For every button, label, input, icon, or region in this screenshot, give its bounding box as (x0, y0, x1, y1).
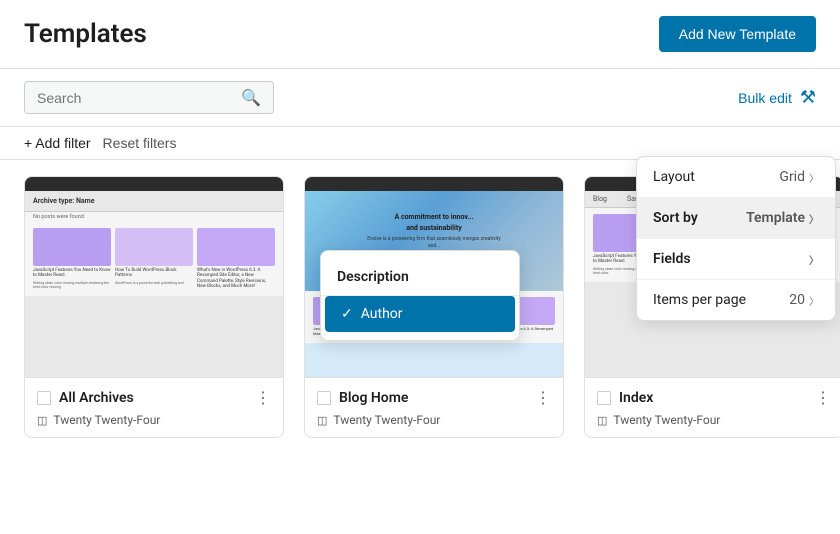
card-name: Blog Home (339, 390, 408, 406)
reset-filters-button[interactable]: Reset filters (103, 135, 177, 151)
card-name-row: All Archives ⋮ (37, 388, 271, 407)
chevron-right-icon: 〉 (809, 293, 819, 308)
card-checkbox-name: Index (597, 390, 653, 406)
sort-value-row: Template 〉 (746, 210, 819, 226)
card-preview: Archive type: Name No posts were found. … (25, 177, 283, 377)
add-filter-button[interactable]: + Add filter (24, 135, 91, 151)
fields-option[interactable]: Fields 〉 (637, 239, 835, 280)
search-icon: 🔍 (241, 88, 261, 107)
items-per-page-value-row: 20 〉 (789, 292, 819, 308)
card-bottom: All Archives ⋮ ◫ Twenty Twenty-Four (25, 377, 283, 437)
theme-icon: ◫ (317, 414, 327, 427)
chevron-right-icon: 〉 (809, 211, 819, 226)
card-menu-icon[interactable]: ⋮ (535, 388, 551, 407)
card-name-row: Blog Home ⋮ (317, 388, 551, 407)
fields-label: Fields (653, 251, 691, 267)
card-checkbox[interactable] (37, 391, 51, 405)
search-box[interactable]: 🔍 (24, 81, 274, 114)
search-input[interactable] (37, 90, 241, 106)
card-bottom: Blog Home ⋮ ◫ Twenty Twenty-Four (305, 377, 563, 437)
check-icon: ✓ (341, 306, 353, 322)
page-header: Templates Add New Template (0, 0, 840, 69)
author-label: Author (361, 306, 403, 322)
card-theme: Twenty Twenty-Four (333, 413, 440, 427)
card-theme-row: ◫ Twenty Twenty-Four (597, 413, 831, 427)
add-new-template-button[interactable]: Add New Template (659, 16, 816, 52)
card-name: All Archives (59, 390, 134, 406)
card-checkbox-name: Blog Home (317, 390, 408, 406)
layout-label: Layout (653, 169, 695, 185)
layout-option[interactable]: Layout Grid 〉 (637, 157, 835, 198)
items-per-page-label: Items per page (653, 292, 746, 308)
card-name-row: Index ⋮ (597, 388, 831, 407)
card-checkbox[interactable] (317, 391, 331, 405)
filters-icon[interactable]: ⚒ (800, 87, 816, 108)
card-theme: Twenty Twenty-Four (613, 413, 720, 427)
sort-by-option[interactable]: Sort by Template 〉 (637, 198, 835, 239)
page-title: Templates (24, 19, 147, 49)
author-field-item[interactable]: ✓ Author (325, 296, 515, 332)
layout-value-row: Grid 〉 (779, 169, 819, 185)
bulk-edit-button[interactable]: Bulk edit (738, 90, 792, 106)
card-menu-icon[interactable]: ⋮ (255, 388, 271, 407)
sort-label: Sort by (653, 210, 698, 226)
card-name: Index (619, 390, 653, 406)
card-checkbox-name: All Archives (37, 390, 134, 406)
card-menu-icon[interactable]: ⋮ (815, 388, 831, 407)
layout-value: Grid (779, 169, 805, 185)
chevron-right-icon: 〉 (809, 252, 819, 267)
card-theme: Twenty Twenty-Four (53, 413, 160, 427)
fields-submenu: Description ✓ Author (320, 250, 520, 341)
items-per-page-option[interactable]: Items per page 20 〉 (637, 280, 835, 320)
toolbar: 🔍 Bulk edit ⚒ (0, 69, 840, 127)
card-theme-row: ◫ Twenty Twenty-Four (317, 413, 551, 427)
template-card: Archive type: Name No posts were found. … (24, 176, 284, 438)
card-bottom: Index ⋮ ◫ Twenty Twenty-Four (585, 377, 840, 437)
theme-icon: ◫ (597, 414, 607, 427)
content-area: Archive type: Name No posts were found. … (0, 160, 840, 454)
items-per-page-value: 20 (789, 292, 805, 308)
view-options-dropdown: Layout Grid 〉 Sort by Template 〉 Fields … (636, 156, 836, 321)
chevron-right-icon: 〉 (809, 170, 819, 185)
description-popup-title: Description (321, 259, 519, 296)
sort-value: Template (746, 210, 805, 226)
card-theme-row: ◫ Twenty Twenty-Four (37, 413, 271, 427)
card-checkbox[interactable] (597, 391, 611, 405)
theme-icon: ◫ (37, 414, 47, 427)
bulk-edit-row: Bulk edit ⚒ (738, 87, 816, 108)
